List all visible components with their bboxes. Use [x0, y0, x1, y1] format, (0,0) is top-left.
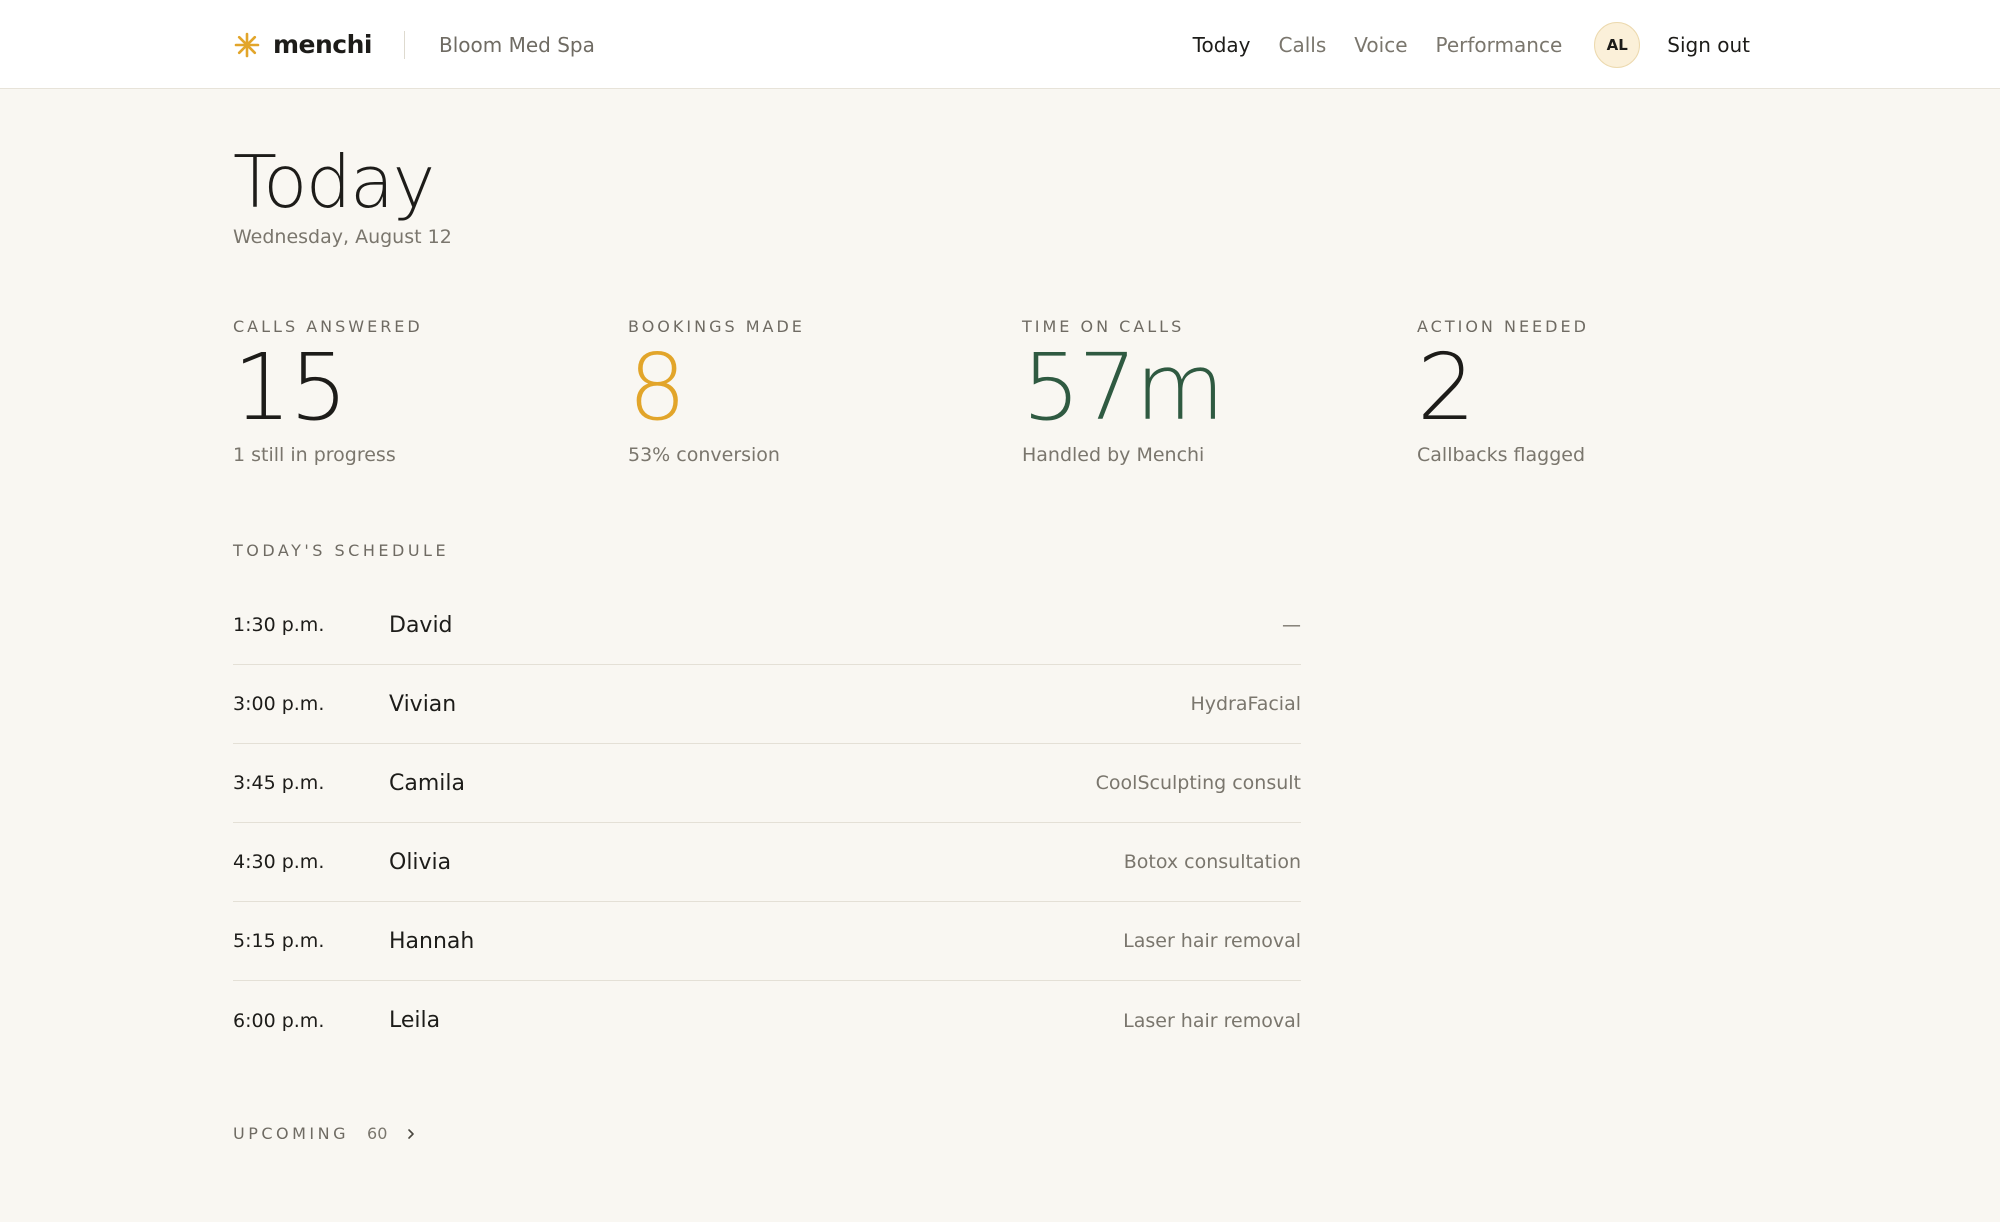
- row-time: 1:30 p.m.: [233, 614, 325, 636]
- schedule-heading: TODAY'S SCHEDULE: [233, 541, 450, 560]
- brand-name: menchi: [273, 30, 373, 59]
- stat-value: 15: [233, 334, 348, 441]
- avatar[interactable]: AL: [1594, 21, 1641, 68]
- stat-label: BOOKINGS MADE: [628, 317, 805, 336]
- row-time: 3:45 p.m.: [233, 772, 325, 794]
- row-name: Olivia: [389, 849, 452, 875]
- nav-voice[interactable]: Voice: [1354, 33, 1407, 57]
- nav-calls[interactable]: Calls: [1279, 33, 1327, 57]
- org-name: Bloom Med Spa: [439, 32, 595, 57]
- sign-out-button[interactable]: Sign out: [1667, 33, 1750, 57]
- stat-value: 57m: [1022, 334, 1225, 441]
- schedule-row[interactable]: 1:30 p.m. David —: [233, 586, 1301, 665]
- stat-calls-answered: CALLS ANSWERED 15 1 still in progress: [233, 317, 613, 466]
- stat-bookings-made: BOOKINGS MADE 8 53% conversion: [628, 317, 1008, 466]
- row-time: 3:00 p.m.: [233, 693, 325, 715]
- stat-sub: Callbacks flagged: [1417, 444, 1586, 466]
- schedule-row[interactable]: 6:00 p.m. Leila Laser hair removal: [233, 981, 1301, 1060]
- stat-sub: Handled by Menchi: [1022, 444, 1205, 466]
- schedule-row[interactable]: 3:45 p.m. Camila CoolSculpting consult: [233, 744, 1301, 823]
- row-service: HydraFacial: [1190, 693, 1301, 715]
- row-time: 5:15 p.m.: [233, 930, 325, 952]
- row-time: 4:30 p.m.: [233, 851, 325, 873]
- stat-sub: 53% conversion: [628, 444, 780, 466]
- stat-action-needed[interactable]: ACTION NEEDED 2 Callbacks flagged: [1417, 317, 1797, 466]
- row-name: Hannah: [389, 928, 475, 954]
- nav-today[interactable]: Today: [1193, 33, 1251, 57]
- stat-value: 2: [1417, 334, 1476, 441]
- nav-performance[interactable]: Performance: [1436, 33, 1563, 57]
- brand[interactable]: menchi Bloom Med Spa: [233, 0, 595, 89]
- page-title: Today: [233, 140, 435, 224]
- brand-divider: [404, 30, 405, 59]
- stat-value: 8: [628, 334, 687, 441]
- row-name: Camila: [389, 770, 465, 796]
- upcoming-toggle[interactable]: UPCOMING 60: [233, 1124, 417, 1143]
- row-name: Vivian: [389, 691, 457, 717]
- row-name: David: [389, 612, 453, 638]
- row-service: Botox consultation: [1123, 851, 1301, 873]
- asterisk-icon: [234, 32, 260, 57]
- row-name: Leila: [389, 1008, 441, 1033]
- top-bar: menchi Bloom Med Spa Today Calls Voice P…: [0, 0, 2000, 89]
- schedule-row[interactable]: 4:30 p.m. Olivia Botox consultation: [233, 823, 1301, 902]
- row-service: CoolSculpting consult: [1095, 772, 1301, 794]
- chevron-right-icon: [408, 1128, 415, 1139]
- stat-label: ACTION NEEDED: [1417, 317, 1589, 336]
- schedule-row[interactable]: 5:15 p.m. Hannah Laser hair removal: [233, 902, 1301, 981]
- upcoming-count: 60: [367, 1124, 388, 1143]
- main-nav: Today Calls Voice Performance AL Sign ou…: [1165, 0, 1750, 89]
- schedule-row[interactable]: 3:00 p.m. Vivian HydraFacial: [233, 665, 1301, 744]
- page-date: Wednesday, August 12: [233, 226, 452, 248]
- upcoming-label: UPCOMING: [233, 1124, 350, 1143]
- stat-sub: 1 still in progress: [233, 444, 396, 466]
- stat-time-on-calls: TIME ON CALLS 57m Handled by Menchi: [1022, 317, 1402, 466]
- row-service: —: [1282, 614, 1301, 636]
- row-time: 6:00 p.m.: [233, 1009, 325, 1032]
- row-service: Laser hair removal: [1123, 1009, 1301, 1032]
- row-service: Laser hair removal: [1123, 930, 1301, 952]
